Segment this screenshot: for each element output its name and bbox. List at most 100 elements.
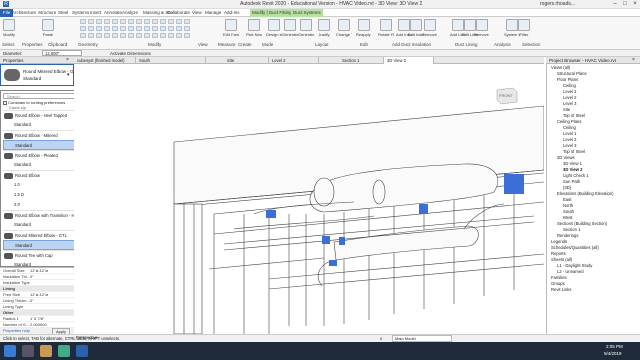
modify-tool-icon[interactable] — [96, 26, 102, 31]
modify-tool-icon[interactable] — [160, 33, 166, 38]
revit-icon[interactable] — [76, 345, 88, 357]
modify-tool-icon[interactable] — [136, 26, 142, 31]
browser-item[interactable]: Level 1 — [563, 89, 577, 94]
modify-tool-icon[interactable] — [96, 19, 102, 24]
view-tab-3[interactable]: Level 2 — [269, 57, 319, 64]
browser-item[interactable]: Revit Links — [551, 287, 571, 292]
ribbon-button-13-label[interactable]: Remove Insulation — [422, 32, 438, 37]
ribbon-button-5-icon[interactable] — [284, 19, 296, 31]
close-icon[interactable]: × — [630, 0, 640, 9]
ribbon-button-2-label[interactable]: Edit Family — [223, 32, 239, 37]
tab-2[interactable]: Structure — [38, 10, 56, 15]
modify-tool-icon[interactable] — [176, 26, 182, 31]
modify-tool-icon[interactable] — [184, 33, 190, 38]
tab-7[interactable]: Analyze — [122, 10, 138, 15]
browser-item[interactable]: L2 - Unnamed — [557, 269, 584, 274]
tab-4[interactable]: Systems — [72, 10, 89, 15]
view-tab-0[interactable]: cubesyst (finished model) — [74, 57, 136, 64]
browser-item[interactable]: Legends — [551, 239, 567, 244]
browser-item[interactable]: Level 2 — [563, 137, 577, 142]
browser-item[interactable]: {3D} — [563, 185, 571, 190]
modify-tool-icon[interactable] — [176, 19, 182, 24]
3d-viewport[interactable] — [74, 64, 545, 335]
modify-tool-icon[interactable] — [104, 19, 110, 24]
modify-tool-icon[interactable] — [128, 19, 134, 24]
modify-tool-icon[interactable] — [80, 26, 86, 31]
view-tab-1[interactable]: South — [136, 57, 206, 64]
view-scale[interactable]: Perspective — [76, 334, 98, 342]
minimize-icon[interactable]: – — [610, 0, 620, 9]
close-icon[interactable]: × — [632, 57, 635, 64]
ribbon-button-10-icon[interactable] — [380, 19, 392, 31]
tab-14[interactable]: Duct Systems — [291, 9, 323, 17]
browser-item[interactable]: Site — [563, 107, 570, 112]
modify-tool-icon[interactable] — [80, 33, 86, 38]
view-tab-4[interactable]: Section 1 — [339, 57, 384, 64]
browser-item[interactable]: Views (all) — [551, 65, 570, 70]
viewcube[interactable]: FRONT — [493, 86, 519, 106]
browser-item[interactable]: L1 - Daylight Study — [557, 263, 592, 268]
modify-tool-icon[interactable] — [136, 19, 142, 24]
browser-item[interactable]: Level 1 — [563, 131, 577, 136]
browser-item[interactable]: Ceiling Plans — [557, 119, 581, 124]
browser-item[interactable]: Structural Plans — [557, 71, 587, 76]
ribbon-button-7-icon[interactable] — [318, 19, 330, 31]
chevron-down-icon[interactable]: ▾ — [67, 72, 70, 78]
ribbon-button-9-icon[interactable] — [358, 19, 370, 31]
revit-logo-icon[interactable]: R — [3, 1, 9, 7]
modify-tool-icon[interactable] — [120, 19, 126, 24]
ribbon-button-0-icon[interactable] — [3, 19, 15, 31]
browser-item[interactable]: Groups — [551, 281, 565, 286]
browser-item[interactable]: Level 3 — [563, 143, 577, 148]
browser-item[interactable]: 3D View 2 — [563, 167, 582, 172]
browser-item[interactable]: Families — [551, 275, 567, 280]
modify-tool-icon[interactable] — [88, 26, 94, 31]
browser-item[interactable]: 3D Views — [557, 155, 575, 160]
ribbon-button-4-icon[interactable] — [268, 19, 280, 31]
browser-item[interactable]: Level 3 — [563, 101, 577, 106]
close-icon[interactable]: × — [66, 57, 69, 63]
browser-item[interactable]: West — [563, 215, 572, 220]
modify-tool-icon[interactable] — [120, 26, 126, 31]
ribbon-button-1-icon[interactable] — [42, 19, 54, 31]
ribbon-button-0-label[interactable]: Modify — [1, 32, 17, 37]
file-explorer-icon[interactable] — [40, 345, 52, 357]
browser-item[interactable]: Light Check 1 — [563, 173, 589, 178]
view-tab-5[interactable]: 3D View 2 — [384, 57, 434, 64]
ribbon-button-2-icon[interactable] — [225, 19, 237, 31]
browser-item[interactable]: Top of Steel — [563, 149, 585, 154]
ribbon-button-8-icon[interactable] — [338, 19, 350, 31]
ribbon-button-12-icon[interactable] — [410, 19, 422, 31]
ribbon-button-1-label[interactable]: Paste — [40, 32, 56, 37]
ribbon-button-11-icon[interactable] — [398, 19, 410, 31]
modify-tool-icon[interactable] — [112, 19, 118, 24]
ribbon-button-14-icon[interactable] — [452, 19, 464, 31]
ribbon-button-7-label[interactable]: Justify — [316, 32, 332, 37]
browser-item[interactable]: Elevations (Building Elevation) — [557, 191, 614, 196]
browser-item[interactable]: Ceiling — [563, 83, 576, 88]
modify-tool-icon[interactable] — [96, 33, 102, 38]
modify-tool-icon[interactable] — [168, 19, 174, 24]
ribbon-button-15-icon[interactable] — [464, 19, 476, 31]
tab-11[interactable]: Manage — [205, 10, 221, 15]
browser-item[interactable]: 3D View 1 — [563, 161, 582, 166]
ribbon-button-9-label[interactable]: Reapply Type — [356, 32, 372, 37]
modify-tool-icon[interactable] — [120, 33, 126, 38]
activate-dimensions-button[interactable]: Activate Dimensions — [110, 51, 151, 56]
tab-3[interactable]: Steel — [58, 10, 68, 15]
tab-6[interactable]: Annotate — [104, 10, 122, 15]
browser-item[interactable]: North — [563, 203, 573, 208]
tab-10[interactable]: View — [192, 10, 202, 15]
maximize-icon[interactable]: □ — [620, 0, 630, 9]
modify-tool-icon[interactable] — [144, 33, 150, 38]
active-model-select[interactable]: Main Model — [392, 335, 452, 342]
view-tab-2[interactable]: Site — [224, 57, 269, 64]
search-icon[interactable] — [22, 345, 34, 357]
modify-tool-icon[interactable] — [144, 19, 150, 24]
ribbon-button-16-label[interactable]: Remove Lining — [474, 32, 490, 37]
ribbon-button-4-label[interactable]: Design to Fabrication — [266, 32, 282, 37]
user-name[interactable]: rogers.rhoads... — [540, 1, 575, 7]
modify-tool-icon[interactable] — [152, 19, 158, 24]
ribbon-button-3-label[interactable]: Pick New Host — [246, 32, 262, 37]
modify-tool-icon[interactable] — [152, 26, 158, 31]
